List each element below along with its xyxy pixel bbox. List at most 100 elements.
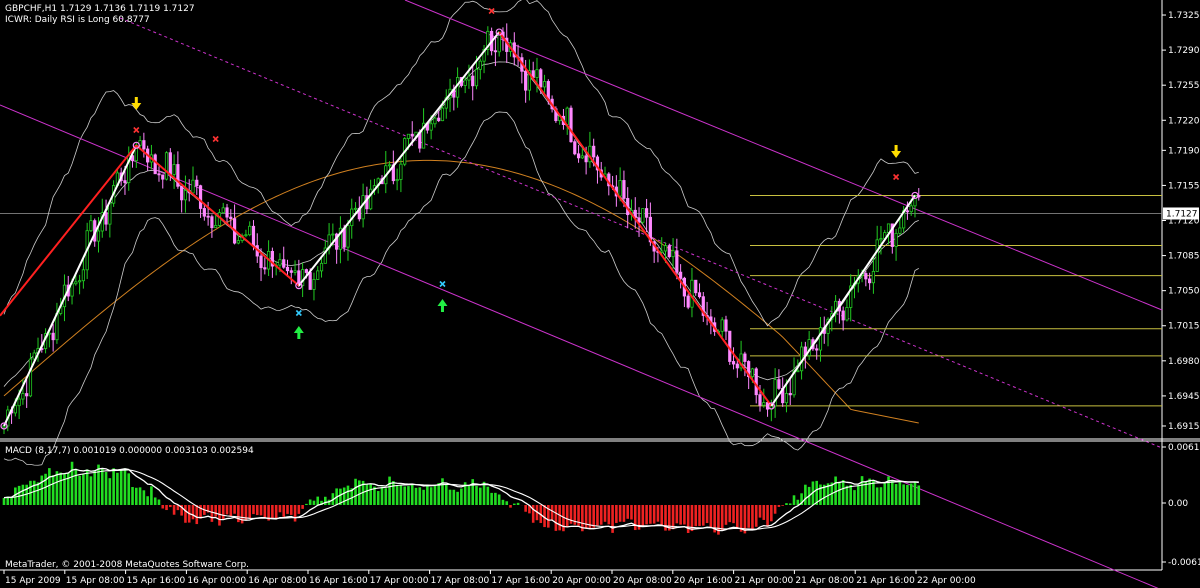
candle-body xyxy=(81,269,85,282)
candle-body xyxy=(206,215,210,218)
macd-histogram-bar xyxy=(255,505,259,516)
macd-histogram-bar xyxy=(376,491,380,505)
macd-histogram-bar xyxy=(278,505,282,513)
time-tick-label: 17 Apr 08:00 xyxy=(431,576,490,586)
macd-histogram-bar xyxy=(456,491,459,505)
macd-histogram-bar xyxy=(271,505,274,520)
candle-body xyxy=(618,180,622,197)
candle-body xyxy=(471,75,475,87)
macd-histogram-bar xyxy=(509,505,512,508)
candle-body xyxy=(395,179,399,182)
time-tick-label: 16 Apr 16:00 xyxy=(309,576,368,586)
macd-histogram-bar xyxy=(82,474,85,505)
candle-body xyxy=(282,259,286,268)
macd-histogram-bar xyxy=(599,505,603,525)
macd-histogram-bar xyxy=(796,499,800,505)
macd-histogram-bar xyxy=(845,485,849,505)
macd-histogram-bar xyxy=(426,485,429,505)
candle-body xyxy=(353,207,358,210)
current-price-label: 1.7127 xyxy=(1166,209,1198,219)
macd-histogram-bar xyxy=(97,464,100,505)
candle-body xyxy=(660,250,664,253)
macd-histogram-bar xyxy=(89,476,93,505)
macd-histogram-bar xyxy=(728,505,732,523)
macd-histogram-bar xyxy=(248,505,251,519)
candle-body xyxy=(319,262,324,272)
trading-chart[interactable]: 1.7325 1.7290 1.7255 1.7220 1.7190 1.7155 1.71… xyxy=(0,0,1200,588)
macd-histogram-bar xyxy=(210,505,214,522)
macd-histogram-bar xyxy=(649,505,652,524)
time-tick-label: 21 Apr 00:00 xyxy=(735,576,794,586)
candle-body xyxy=(467,75,471,81)
candle-body xyxy=(361,195,365,220)
candle-body xyxy=(172,164,176,175)
candle-body xyxy=(569,107,573,143)
candle-body xyxy=(285,266,290,272)
macd-histogram-bar xyxy=(422,489,425,505)
price-tick-label: 1.7220 xyxy=(1168,116,1200,126)
candle-body xyxy=(694,279,698,294)
candle-body xyxy=(731,361,736,365)
macd-histogram-bar xyxy=(475,485,478,505)
candle-body xyxy=(478,60,482,70)
candle-body xyxy=(210,216,214,229)
time-tick-label: 15 Apr 16:00 xyxy=(127,576,186,586)
candle-body xyxy=(157,173,161,176)
macd-histogram-bar xyxy=(214,505,217,517)
macd-histogram-bar xyxy=(482,481,486,505)
macd-histogram-bar xyxy=(853,490,856,505)
macd-histogram-bar xyxy=(584,505,588,529)
macd-histogram-bar xyxy=(497,494,501,505)
macd-histogram-bar xyxy=(150,486,153,505)
macd-histogram-bar xyxy=(55,471,59,505)
price-tick-label: 1.7015 xyxy=(1168,322,1200,332)
macd-histogram-bar xyxy=(448,489,452,505)
macd-histogram-bar xyxy=(864,481,868,505)
candle-body xyxy=(580,155,584,159)
macd-histogram-bar xyxy=(505,501,509,505)
macd-histogram-bar xyxy=(131,487,134,505)
candle-body xyxy=(573,141,577,155)
macd-histogram-bar xyxy=(365,484,369,505)
candle-body xyxy=(96,230,101,242)
macd-histogram-bar xyxy=(762,505,766,520)
macd-histogram-bar xyxy=(698,505,701,527)
candle-body xyxy=(576,153,581,159)
macd-histogram-bar xyxy=(135,487,138,505)
macd-histogram-bar xyxy=(875,487,879,505)
macd-histogram-bar xyxy=(119,469,123,505)
macd-histogram-bar xyxy=(891,479,894,505)
time-tick-label: 20 Apr 00:00 xyxy=(552,576,611,586)
macd-histogram-bar xyxy=(293,505,297,522)
candle-body xyxy=(104,212,108,225)
macd-histogram-bar xyxy=(902,484,905,505)
macd-histogram-bar xyxy=(501,499,505,505)
macd-axis-label: 0.00619 xyxy=(1168,443,1200,453)
candle-body xyxy=(777,379,781,389)
macd-histogram-bar xyxy=(838,481,841,505)
macd-histogram-bar xyxy=(59,472,62,505)
candle-body xyxy=(123,180,127,184)
macd-label: MACD (8,17,7) 0.001019 0.000000 0.003103… xyxy=(5,446,254,456)
macd-histogram-bar xyxy=(785,503,788,505)
macd-histogram-bar xyxy=(766,505,769,527)
macd-histogram-bar xyxy=(165,505,168,511)
time-tick-label: 15 Apr 08:00 xyxy=(66,576,125,586)
candle-body xyxy=(153,154,157,175)
candle-body xyxy=(542,81,547,88)
macd-histogram-bar xyxy=(229,505,233,517)
macd-histogram-bar xyxy=(626,505,629,519)
macd-histogram-bar xyxy=(879,487,883,505)
macd-histogram-bar xyxy=(694,505,698,527)
candle-body xyxy=(645,208,649,218)
macd-histogram-bar xyxy=(233,505,236,514)
macd-histogram-bar xyxy=(282,505,286,517)
candle-body xyxy=(641,208,645,223)
macd-histogram-bar xyxy=(724,505,728,525)
macd-histogram-bar xyxy=(913,482,917,505)
candle-body xyxy=(539,69,543,88)
candle-body xyxy=(198,185,203,209)
macd-histogram-bar xyxy=(770,505,773,522)
candle-body xyxy=(875,239,879,272)
macd-histogram-bar xyxy=(909,483,913,505)
